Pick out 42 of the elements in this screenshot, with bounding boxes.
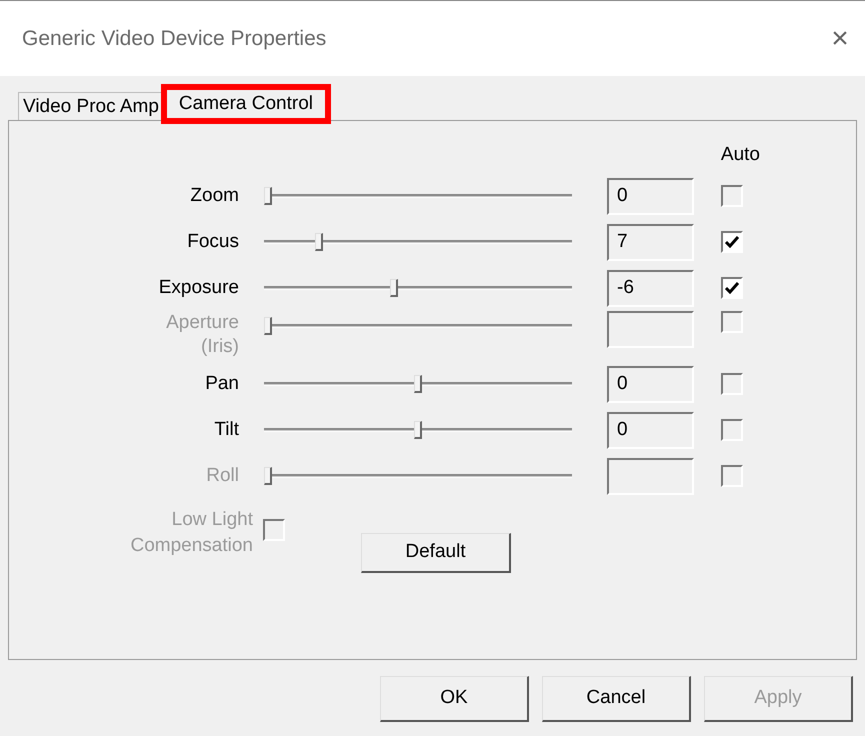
slider[interactable] — [264, 231, 572, 253]
slider-thumb[interactable] — [390, 279, 398, 297]
low-light-label: Low Light Compensation — [129, 508, 253, 558]
value-field[interactable] — [607, 458, 694, 494]
control-label: Focus — [186, 230, 239, 254]
slider-thumb[interactable] — [264, 187, 272, 205]
auto-checkbox[interactable] — [721, 419, 743, 441]
control-label: Exposure — [158, 276, 239, 300]
value-field[interactable]: 0 — [607, 412, 694, 448]
auto-checkbox[interactable] — [721, 231, 743, 253]
slider[interactable] — [264, 419, 572, 441]
control-label: Tilt — [213, 418, 239, 442]
slider[interactable] — [264, 315, 572, 337]
dialog-button[interactable]: Cancel — [542, 676, 691, 722]
control-label: Zoom — [189, 184, 239, 208]
dialog-button[interactable]: OK — [380, 676, 529, 722]
slider-thumb[interactable] — [414, 375, 422, 393]
auto-column-label: Auto — [720, 143, 760, 167]
tab[interactable]: Camera Control — [164, 87, 328, 121]
checkmark-icon — [725, 282, 739, 294]
default-button[interactable]: Default — [361, 533, 511, 573]
auto-checkbox[interactable] — [721, 373, 743, 395]
slider-thumb[interactable] — [315, 233, 323, 251]
slider[interactable] — [264, 277, 572, 299]
auto-checkbox[interactable] — [721, 185, 743, 207]
control-label: Aperture (Iris) — [165, 311, 239, 359]
slider[interactable] — [264, 465, 572, 487]
value-field[interactable]: 0 — [607, 178, 694, 214]
value-field[interactable] — [607, 311, 694, 348]
value-field[interactable]: -6 — [607, 270, 694, 306]
value-field[interactable]: 7 — [607, 224, 694, 260]
checkmark-icon — [725, 236, 739, 248]
control-label: Pan — [204, 372, 239, 396]
value-field[interactable]: 0 — [607, 366, 694, 402]
slider-thumb[interactable] — [414, 421, 422, 439]
close-button[interactable]: × — [825, 24, 855, 54]
auto-checkbox[interactable] — [721, 277, 743, 299]
slider[interactable] — [264, 185, 572, 207]
tab[interactable]: Video Proc Amp — [18, 92, 164, 120]
control-label: Roll — [205, 464, 239, 488]
window-title: Generic Video Device Properties — [22, 26, 326, 52]
slider[interactable] — [264, 373, 572, 395]
